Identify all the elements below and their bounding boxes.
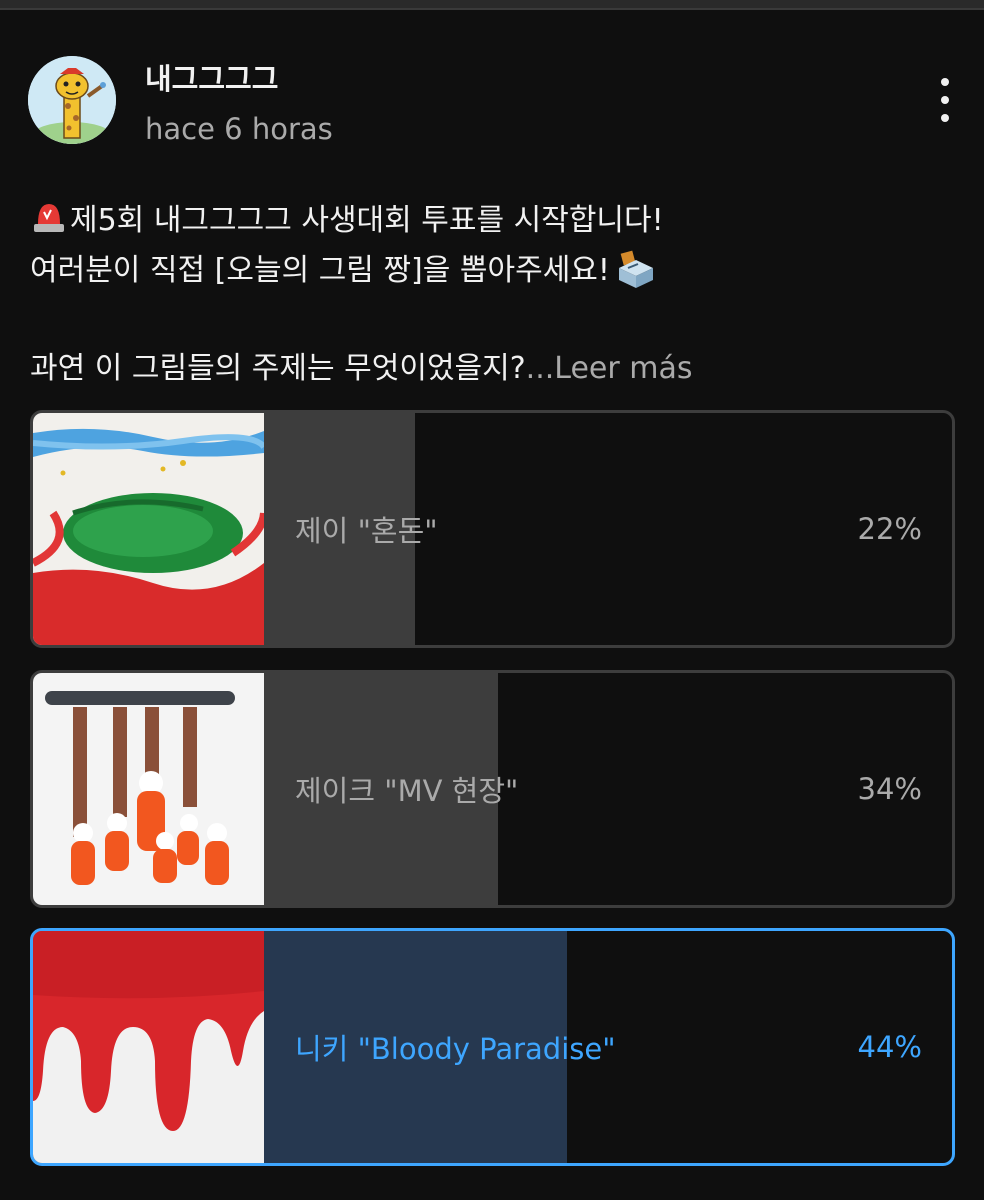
poll-option-3-percent: 44% — [857, 1030, 922, 1064]
channel-name[interactable]: 내그그그그 — [145, 56, 278, 98]
poll-option-1-image — [33, 413, 264, 645]
poll-option-2[interactable]: 제이크 "MV 현장" 34% — [30, 670, 955, 908]
read-more-link[interactable]: ...Leer más — [526, 351, 693, 386]
post-time: hace 6 horas — [145, 112, 333, 146]
post-line-3: 과연 이 그림들의 주제는 무엇이었을지? — [30, 351, 526, 386]
channel-avatar[interactable] — [28, 56, 116, 144]
poll-option-3[interactable]: 니키 "Bloody Paradise" 44% — [30, 928, 955, 1166]
post-line-1: 제5회 내그그그그 사생대회 투표를 시작합니다! — [70, 203, 664, 238]
ballot-box-emoji-icon — [616, 248, 656, 288]
post-text: 제5회 내그그그그 사생대회 투표를 시작합니다! 여러분이 직접 [오늘의 그… — [30, 196, 960, 394]
poll-option-2-label: 제이크 "MV 현장" — [295, 774, 519, 808]
poll-option-3-label: 니키 "Bloody Paradise" — [295, 1032, 616, 1066]
siren-emoji-icon — [30, 200, 68, 234]
poll-option-1-percent: 22% — [857, 512, 922, 546]
poll-option-1[interactable]: 제이 "혼돈" 22% — [30, 410, 955, 648]
poll-option-2-image — [33, 673, 264, 905]
poll-option-1-label: 제이 "혼돈" — [295, 514, 438, 548]
top-divider — [0, 0, 984, 10]
poll-option-2-percent: 34% — [857, 772, 922, 806]
post-line-2: 여러분이 직접 [오늘의 그림 짱]을 뽑아주세요! — [30, 253, 610, 288]
more-options-icon[interactable] — [930, 78, 960, 122]
poll-option-3-image — [33, 931, 264, 1163]
